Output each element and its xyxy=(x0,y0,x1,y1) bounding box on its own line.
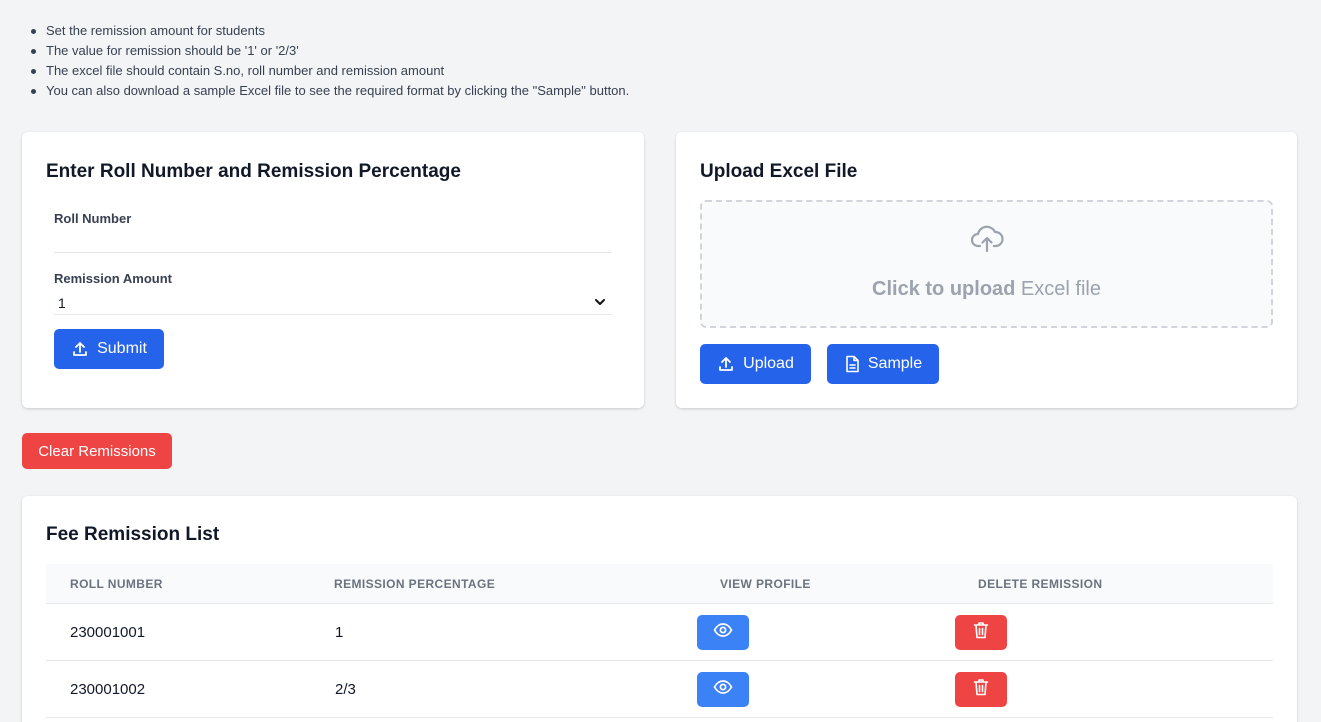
sample-button[interactable]: Sample xyxy=(827,344,939,384)
percentage-cell: 2/3 xyxy=(335,681,356,698)
manual-entry-card: Enter Roll Number and Remission Percenta… xyxy=(22,132,644,408)
view-profile-button[interactable] xyxy=(697,672,749,707)
dropzone-bold-text: Click to upload xyxy=(872,278,1016,300)
percentage-cell: 1 xyxy=(335,624,344,641)
cloud-upload-icon xyxy=(970,224,1004,259)
instruction-item: Set the remission amount for students xyxy=(28,21,629,41)
upload-button[interactable]: Upload xyxy=(700,344,811,384)
instruction-item: The value for remission should be '1' or… xyxy=(28,41,629,61)
eye-icon xyxy=(713,680,733,699)
table-row: 230001002 2/3 xyxy=(46,661,1273,718)
document-icon xyxy=(844,355,860,373)
column-header-view-profile: VIEW PROFILE xyxy=(720,577,811,591)
upload-excel-title: Upload Excel File xyxy=(700,161,858,182)
delete-remission-button[interactable] xyxy=(955,672,1007,707)
fee-remission-list-card: Fee Remission List ROLL NUMBER REMISSION… xyxy=(22,496,1297,722)
table-row: 230001001 1 xyxy=(46,604,1273,661)
instruction-item: The excel file should contain S.no, roll… xyxy=(28,61,629,81)
table-header: ROLL NUMBER REMISSION PERCENTAGE VIEW PR… xyxy=(46,564,1273,604)
view-profile-button[interactable] xyxy=(697,615,749,650)
remission-selected-value: 1 xyxy=(58,295,66,311)
trash-icon xyxy=(973,678,989,701)
remission-amount-select[interactable]: 1 xyxy=(54,293,612,315)
instructions-list: Set the remission amount for students Th… xyxy=(28,21,629,101)
submit-label: Submit xyxy=(97,340,147,357)
delete-remission-button[interactable] xyxy=(955,615,1007,650)
clear-remissions-button[interactable]: Clear Remissions xyxy=(22,433,172,469)
fee-remission-list-title: Fee Remission List xyxy=(46,524,220,545)
upload-icon xyxy=(71,340,89,358)
remission-amount-label: Remission Amount xyxy=(54,271,172,286)
chevron-down-icon xyxy=(594,295,606,311)
roll-number-cell: 230001002 xyxy=(70,681,146,698)
excel-dropzone[interactable]: Click to upload Excel file xyxy=(700,200,1273,328)
roll-number-cell: 230001001 xyxy=(70,624,146,641)
remission-table: ROLL NUMBER REMISSION PERCENTAGE VIEW PR… xyxy=(46,564,1273,718)
upload-excel-card: Upload Excel File Click to upload Excel … xyxy=(676,132,1297,408)
roll-number-input[interactable] xyxy=(54,231,612,253)
column-header-delete-remission: DELETE REMISSION xyxy=(978,577,1103,591)
submit-button[interactable]: Submit xyxy=(54,329,164,369)
column-header-roll-number: ROLL NUMBER xyxy=(70,577,163,591)
upload-label: Upload xyxy=(743,355,794,372)
roll-number-label: Roll Number xyxy=(54,211,132,226)
instruction-item: You can also download a sample Excel fil… xyxy=(28,81,629,101)
dropzone-text: Click to upload Excel file xyxy=(702,278,1271,301)
column-header-remission-percentage: REMISSION PERCENTAGE xyxy=(334,577,496,591)
sample-label: Sample xyxy=(867,355,923,372)
upload-icon xyxy=(717,355,735,373)
dropzone-rest-text: Excel file xyxy=(1015,278,1101,300)
manual-entry-title: Enter Roll Number and Remission Percenta… xyxy=(46,161,461,182)
eye-icon xyxy=(713,623,733,642)
trash-icon xyxy=(973,621,989,644)
